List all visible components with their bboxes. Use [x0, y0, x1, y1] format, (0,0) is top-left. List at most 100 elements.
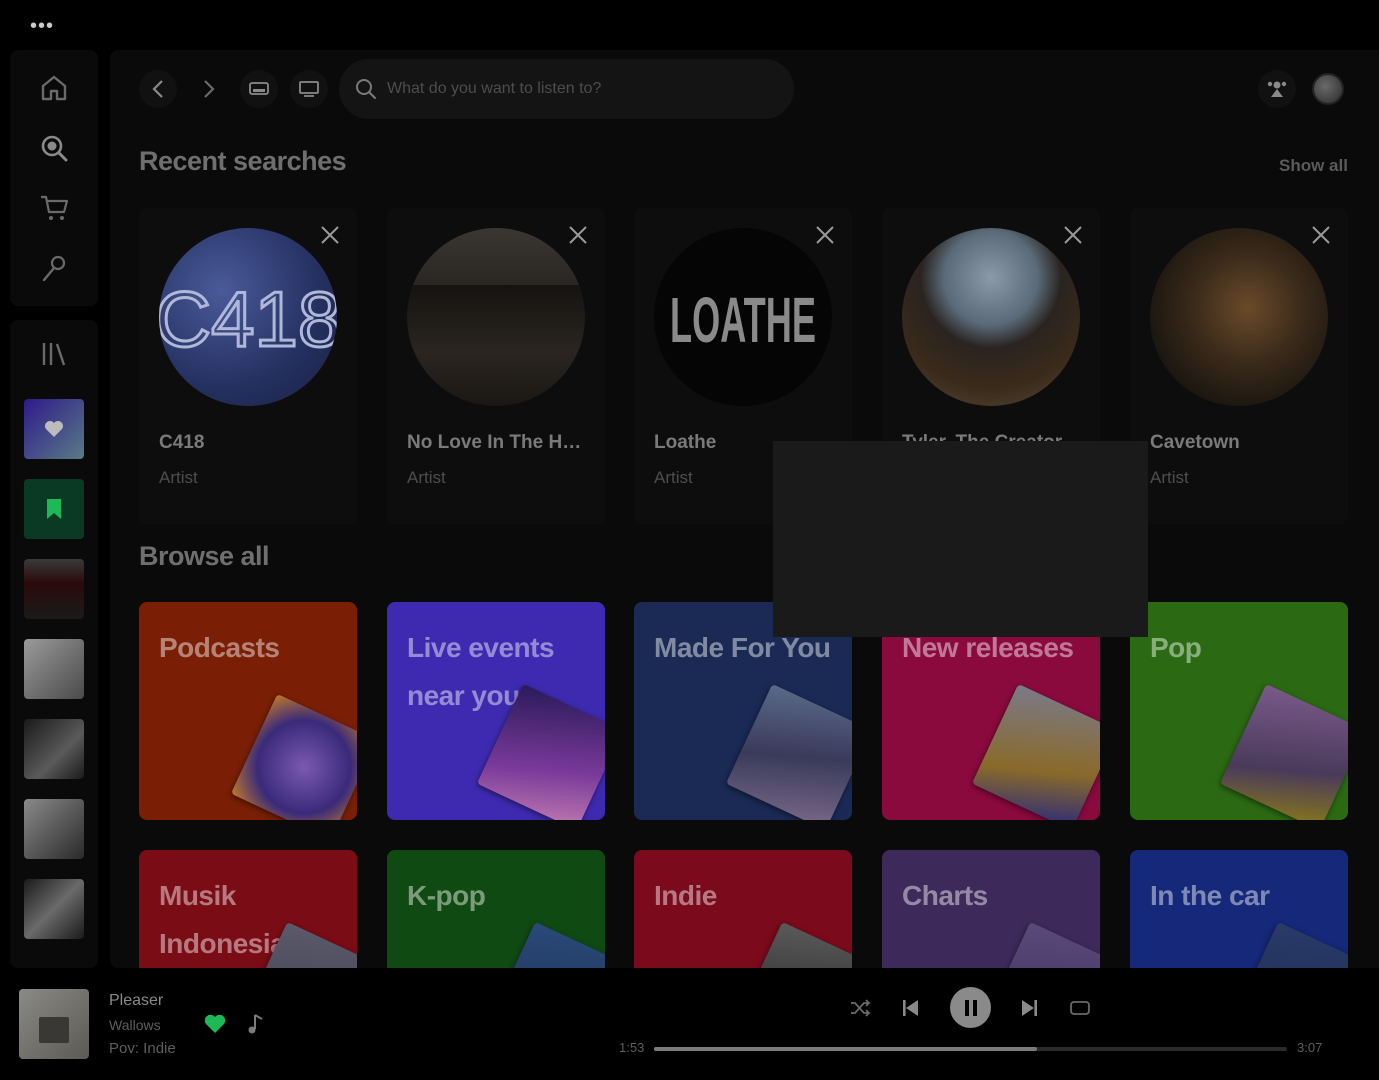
chevron-right-icon: [204, 80, 215, 98]
artist-image: [1150, 228, 1328, 406]
elapsed-time: 1:53: [619, 1040, 645, 1055]
microphone-icon[interactable]: [36, 250, 72, 286]
now-playing-title[interactable]: Pleaser: [109, 992, 163, 1010]
avatar[interactable]: [1312, 73, 1344, 105]
monitor-icon: [299, 81, 319, 97]
tile-artwork: [725, 683, 852, 820]
window-menu-icon[interactable]: •••: [30, 16, 54, 36]
tile-label: In the car: [1150, 880, 1270, 911]
playlist-2-item[interactable]: [24, 639, 84, 699]
browse-all-title: Browse all: [139, 541, 270, 571]
close-icon[interactable]: [1310, 224, 1332, 246]
friend-activity-button[interactable]: [1258, 70, 1296, 108]
chevron-left-icon: [152, 80, 163, 98]
playlist-1-item[interactable]: [24, 559, 84, 619]
tile-artwork: [230, 693, 357, 820]
tile-live-events[interactable]: Live events near you: [387, 602, 605, 820]
progress-bar[interactable]: [654, 1047, 1287, 1051]
recent-card-c418[interactable]: C418 C418 Artist: [139, 208, 357, 524]
tile-label: Indie: [654, 880, 717, 911]
recent-name: C418: [159, 432, 205, 453]
like-button[interactable]: [203, 1012, 227, 1036]
next-button[interactable]: [1018, 996, 1042, 1020]
svg-text:C418: C418: [159, 275, 337, 363]
friends-icon: [1267, 81, 1287, 97]
now-playing-context[interactable]: Pov: Indie: [109, 1040, 176, 1057]
close-icon[interactable]: [567, 224, 589, 246]
artist-image: [902, 228, 1080, 406]
miniplayer-button[interactable]: [240, 70, 278, 108]
recent-name: No Love In The Heart: [407, 432, 587, 453]
tile-label: Charts: [902, 880, 988, 911]
search-icon[interactable]: [36, 130, 72, 166]
artist-image: C418: [159, 228, 337, 406]
repeat-icon: [1070, 1001, 1090, 1015]
tile-artwork: [1231, 921, 1348, 968]
playlist-4-item[interactable]: [24, 799, 84, 859]
tile-artwork: [488, 921, 605, 968]
recent-type: Artist: [159, 468, 198, 487]
recent-card-no-love[interactable]: No Love In The Heart Artist: [387, 208, 605, 524]
search-bar[interactable]: [339, 59, 794, 119]
now-playing-cover[interactable]: [19, 989, 89, 1059]
progress-fill: [654, 1047, 1037, 1051]
library-icon[interactable]: [36, 336, 72, 372]
artist-image: LOATHE: [654, 228, 832, 406]
close-icon[interactable]: [319, 224, 341, 246]
display-button[interactable]: [290, 70, 328, 108]
tile-artwork: [971, 683, 1100, 820]
now-playing-artist[interactable]: Wallows: [109, 1017, 161, 1033]
liked-songs-item[interactable]: [24, 399, 84, 459]
skip-forward-icon: [1022, 1000, 1037, 1016]
playlist-3-item[interactable]: [24, 719, 84, 779]
pause-icon: [964, 999, 977, 1016]
heart-icon: [45, 421, 63, 437]
recent-type: Artist: [407, 468, 446, 487]
forward-button[interactable]: [190, 70, 228, 108]
home-icon[interactable]: [36, 70, 72, 106]
skip-back-icon: [903, 1000, 918, 1016]
shuffle-button[interactable]: [848, 996, 872, 1020]
tile-podcasts[interactable]: Podcasts: [139, 602, 357, 820]
shuffle-icon: [851, 999, 871, 1017]
search-icon: [356, 79, 376, 99]
tile-k-pop[interactable]: K-pop: [387, 850, 605, 968]
tile-indie[interactable]: Indie: [634, 850, 852, 968]
tile-charts[interactable]: Charts: [882, 850, 1100, 968]
recent-searches-title: Recent searches: [139, 146, 347, 176]
tile-pop[interactable]: Pop: [1130, 602, 1348, 820]
lyrics-button[interactable]: [244, 1012, 268, 1036]
miniplayer-icon: [249, 82, 269, 95]
heart-icon: [204, 1014, 226, 1033]
bookmark-icon: [47, 499, 61, 519]
tooltip-popup: [773, 441, 1148, 637]
library-panel: [10, 320, 98, 968]
tile-label: Podcasts: [159, 632, 280, 663]
tile-musik-indonesia[interactable]: Musik Indonesia: [139, 850, 357, 968]
svg-text:LOATHE: LOATHE: [670, 284, 816, 356]
tile-artwork: [1219, 683, 1348, 820]
player-bar: Pleaser Wallows Pov: Indie 1:53 3:07: [0, 968, 1379, 1080]
tile-label: Pop: [1150, 632, 1202, 663]
cart-icon[interactable]: [36, 190, 72, 226]
back-button[interactable]: [139, 70, 177, 108]
pause-button[interactable]: [950, 987, 991, 1028]
recent-card-cavetown[interactable]: Cavetown Artist: [1130, 208, 1348, 524]
main-view: Recent searches Show all C418 C418 Artis…: [110, 50, 1379, 968]
playlist-5-item[interactable]: [24, 879, 84, 939]
close-icon[interactable]: [1062, 224, 1084, 246]
sidebar-nav: [10, 50, 98, 306]
previous-button[interactable]: [898, 996, 922, 1020]
music-note-icon: [248, 1014, 263, 1034]
artist-image: [407, 228, 585, 406]
tile-in-the-car[interactable]: In the car: [1130, 850, 1348, 968]
repeat-button[interactable]: [1068, 996, 1092, 1020]
tile-artwork: [735, 921, 852, 968]
recent-type: Artist: [1150, 468, 1189, 487]
your-episodes-item[interactable]: [24, 479, 84, 539]
recent-name: Cavetown: [1150, 432, 1240, 453]
show-all-link[interactable]: Show all: [1279, 156, 1348, 176]
tile-artwork: [983, 921, 1100, 968]
search-input[interactable]: [387, 80, 767, 98]
close-icon[interactable]: [814, 224, 836, 246]
